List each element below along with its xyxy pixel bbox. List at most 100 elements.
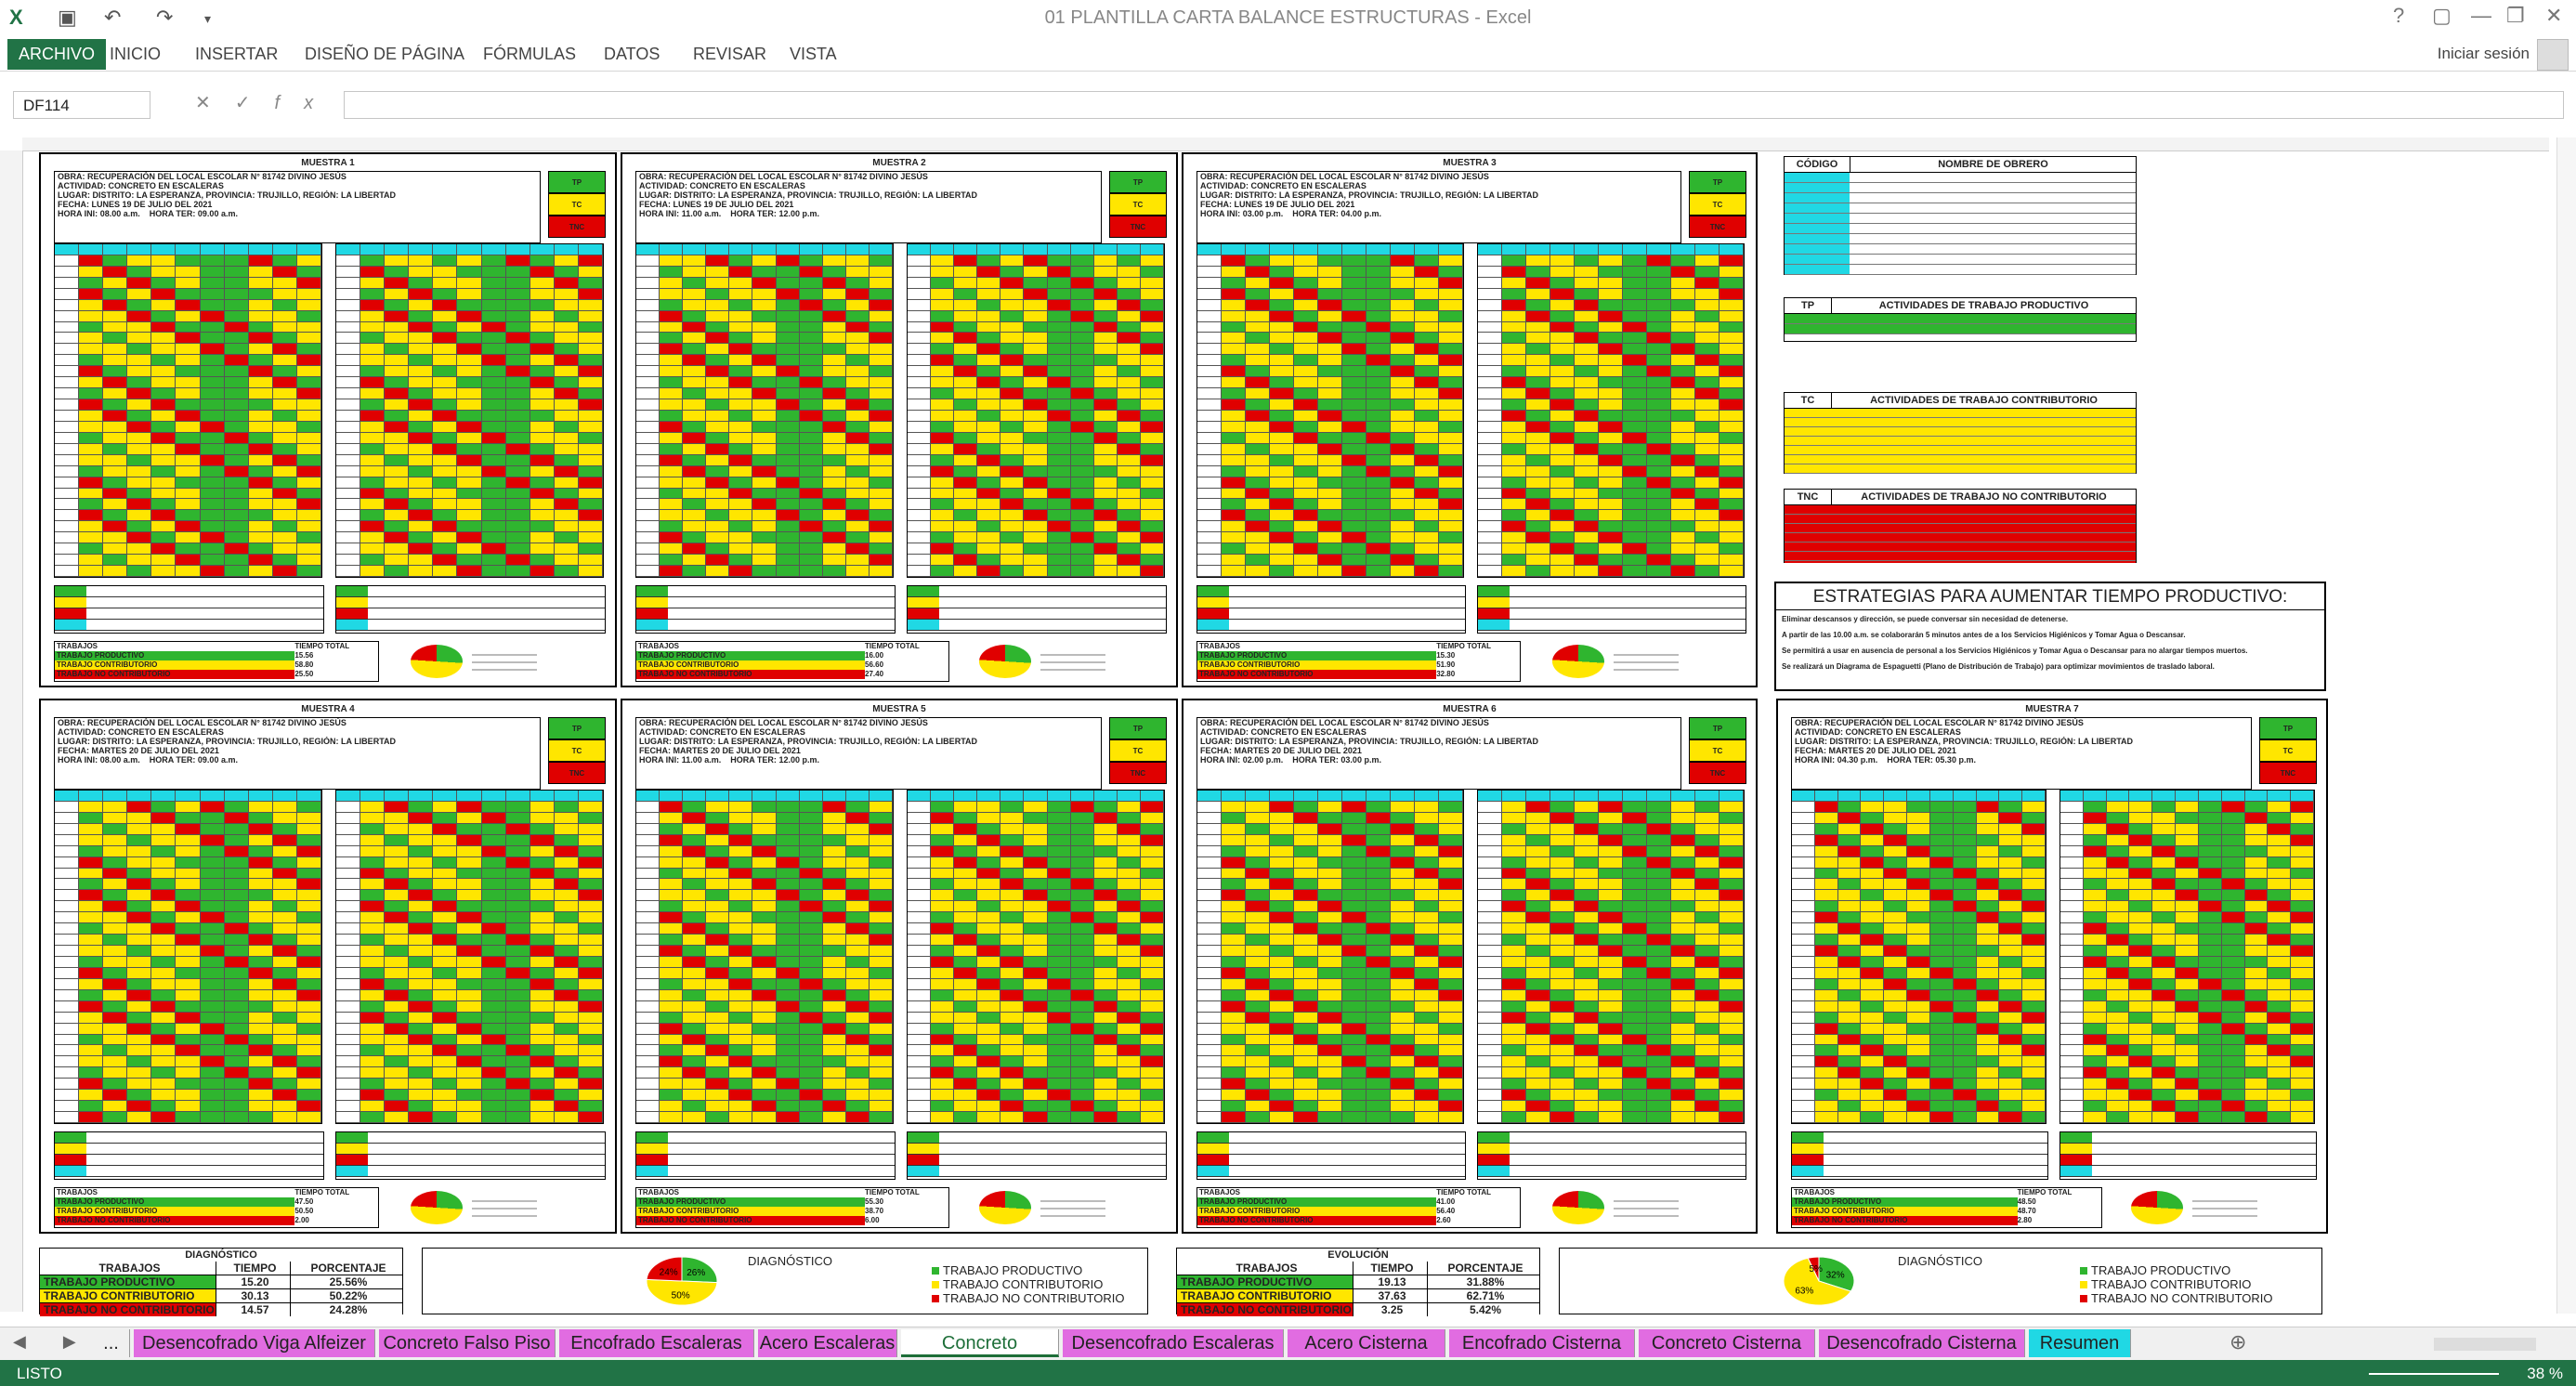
sheet-tab[interactable]: Concreto Cisterna [1639,1329,1815,1357]
sample-pie-chart [979,1191,1031,1224]
sample-pie-chart [2131,1191,2184,1224]
category-legend: TP TC TNC [2259,717,2317,788]
col-tiempo: TIEMPO [216,1262,291,1275]
sheet-tab[interactable]: Concreto Escaleras [901,1329,1059,1381]
sample-title: MUESTRA 4 [301,704,355,714]
sheet-tab[interactable]: Desencofrado Escaleras [1063,1329,1284,1357]
strategy-line: Eliminar descansos y dirección, se puede… [1782,615,2069,623]
vertical-scrollbar[interactable] [2556,137,2576,1314]
totals-table [54,585,324,634]
sample-pie-chart [411,645,464,678]
tc-legend: TC ACTIVIDADES DE TRABAJO CONTRIBUTORIO [1784,392,2137,474]
add-sheet-icon[interactable]: ⊕ [2229,1330,2246,1354]
totals-table [1196,1131,1466,1180]
evol-row-label: TRABAJO CONTRIBUTORIO [1177,1289,1353,1302]
sheet-tab[interactable]: Desencofrado Viga Alfeizer [134,1329,375,1357]
observation-grid[interactable] [907,790,1165,1124]
close-icon[interactable]: ✕ [2545,4,2562,28]
tab-datos[interactable]: DATOS [595,41,669,68]
observation-grid[interactable] [907,243,1165,578]
evolucion-pie: 32% 63% 5% [1783,1256,1855,1306]
column-headers[interactable] [22,137,2549,151]
fx-icon[interactable]: fx [275,93,338,113]
strategies-box: ESTRATEGIAS PARA AUMENTAR TIEMPO PRODUCT… [1774,582,2326,691]
sample-info: OBRA: RECUPERACIÓN DEL LOCAL ESCOLAR N° … [1196,171,1681,243]
legend-tp: TRABAJO PRODUCTIVO [932,1263,1125,1277]
observation-grid[interactable] [1791,790,2046,1124]
evol-row-label: TRABAJO NO CONTRIBUTORIO [1177,1303,1353,1316]
diag-row-pct: 24.28% [291,1303,402,1316]
restore-icon[interactable]: ❐ [2506,4,2525,28]
signin-link[interactable]: Iniciar sesión [2438,45,2530,63]
sheet-tab[interactable]: Resumen [2029,1329,2131,1357]
tab-diseno-pagina[interactable]: DISEÑO DE PÁGINA [295,41,474,68]
sample-title: MUESTRA 7 [2025,704,2079,714]
worker-row [1785,244,2136,255]
formula-buttons[interactable]: ✕✓fx [195,91,325,119]
avatar[interactable] [2537,39,2569,71]
sheet-tab[interactable]: Concreto Falso Piso [379,1329,556,1357]
worker-row [1785,265,2136,275]
observation-grid[interactable] [54,790,322,1124]
row-headers[interactable] [0,150,23,1312]
sheet-tab[interactable]: Encofrado Escaleras [559,1329,754,1357]
tab-inicio[interactable]: INICIO [100,41,170,68]
observation-grid[interactable] [54,243,322,578]
diag-row-label: TRABAJO NO CONTRIBUTORIO [40,1303,216,1316]
sheet-tab[interactable]: ... [93,1329,130,1357]
observation-grid[interactable] [635,790,894,1124]
sample-pie-chart [1551,645,1604,678]
chart-title: DIAGNÓSTICO [748,1254,833,1268]
horizontal-scrollbar[interactable] [2434,1338,2536,1351]
observation-grid[interactable] [335,243,604,578]
workers-list [1785,173,2136,275]
sample-pie-legend [1613,1195,1679,1223]
name-box[interactable]: DF114 [13,91,150,119]
col-tiempo: TIEMPO [1353,1262,1428,1275]
sample-title: MUESTRA 6 [1443,704,1497,714]
sheet-tab[interactable]: Acero Escaleras [758,1329,897,1357]
evolucion-chart: DIAGNÓSTICO 32% 63% 5% TRABAJO PRODUCTIVO … [1559,1248,2322,1314]
observation-grid[interactable] [2059,790,2315,1124]
tab-formulas[interactable]: FÓRMULAS [474,41,585,68]
observation-grid[interactable] [1196,243,1464,578]
sheet-tab[interactable]: Acero Cisterna [1288,1329,1445,1357]
sheet-tab[interactable]: Encofrado Cisterna [1449,1329,1635,1357]
sample-block: MUESTRA 6 OBRA: RECUPERACIÓN DEL LOCAL E… [1182,699,1758,1234]
col-trabajos: TRABAJOS [40,1262,216,1275]
worker-row [1785,183,2136,193]
zoom-level[interactable]: 38 % [2527,1365,2563,1383]
zoom-slider[interactable] [2369,1373,2499,1375]
sample-pie-chart [979,645,1031,678]
evol-row-pct: 31.88% [1428,1275,1539,1288]
tab-vista[interactable]: VISTA [780,41,846,68]
nombre-header: NOMBRE DE OBRERO [1938,159,2048,170]
minimize-icon[interactable]: — [2471,4,2491,28]
worker-row [1785,214,2136,224]
formula-input[interactable] [344,91,2564,119]
pie-label: 32% [1826,1270,1845,1280]
tp-legend: TP ACTIVIDADES DE TRABAJO PRODUCTIVO [1784,297,2137,342]
sheet-tab[interactable]: Desencofrado Cisterna [1819,1329,2025,1357]
category-legend: TP TC TNC [548,717,606,788]
tab-archivo[interactable]: ARCHIVO [7,39,107,70]
sample-title: MUESTRA 2 [872,158,926,168]
observation-grid[interactable] [335,790,604,1124]
observation-grid[interactable] [635,243,894,578]
observation-grid[interactable] [1196,790,1464,1124]
strategy-line: Se realizará un Diagrama de Espaguetti (… [1782,662,2215,671]
tab-insertar[interactable]: INSERTAR [186,41,287,68]
ribbon-tabs: ARCHIVO INICIO INSERTAR DISEÑO DE PÁGINA… [0,37,2576,72]
tab-revisar[interactable]: REVISAR [684,41,776,68]
ribbon-display-icon[interactable]: ▢ [2432,4,2452,28]
category-legend: TP TC TNC [548,171,606,242]
evol-row-pct: 62.71% [1428,1289,1539,1302]
observation-grid[interactable] [1477,790,1745,1124]
sample-summary: TRABAJOS TIEMPO TOTAL TRABAJO PRODUCTIVO 5… [635,1187,949,1228]
tp-code-header: TP [1785,298,1832,313]
observation-grid[interactable] [1477,243,1745,578]
diag-row-pct: 25.56% [291,1275,402,1288]
sample-summary: TRABAJOS TIEMPO TOTAL TRABAJO PRODUCTIVO 4… [1196,1187,1522,1228]
help-icon[interactable]: ? [2393,4,2404,28]
pie-label: 50% [672,1290,690,1301]
